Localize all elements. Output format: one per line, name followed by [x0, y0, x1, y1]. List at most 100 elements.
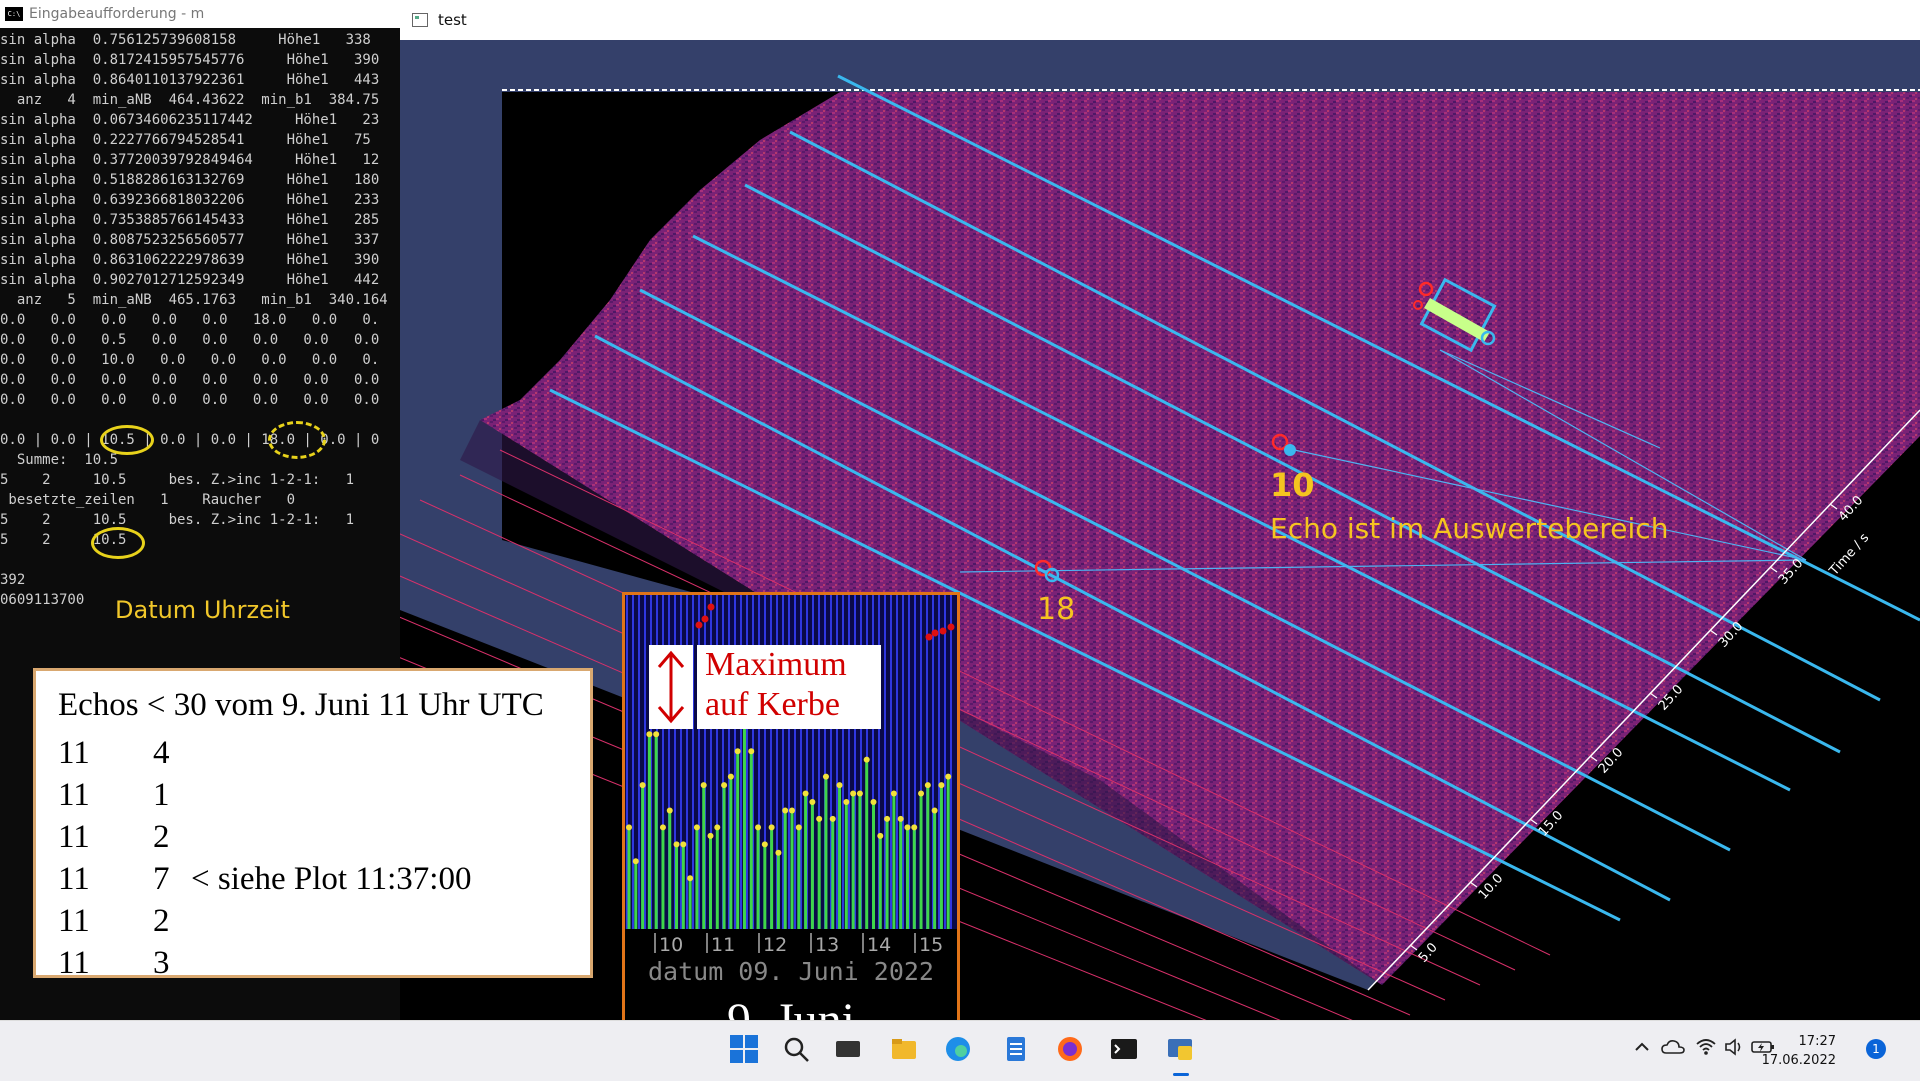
histogram-outlier-point: [707, 603, 715, 611]
task-view-icon[interactable]: [830, 1031, 866, 1067]
active-app-indicator: [1173, 1073, 1189, 1076]
console-line: 0.0 0.0 0.0 0.0 0.0 0.0 0.0 0.0: [0, 392, 380, 408]
chevron-up-icon[interactable]: [1630, 1035, 1654, 1059]
console-line: Summe: 10.5: [0, 452, 119, 468]
table-cell-hour: 11: [58, 735, 90, 771]
console-line: sin alpha 0.5188286163132769 Höhe1 180: [0, 172, 380, 188]
table-row: 11 2: [58, 819, 191, 861]
notification-badge[interactable]: 1: [1866, 1039, 1886, 1059]
table-cell-count: 1: [153, 777, 170, 813]
highlight-ring: [100, 425, 154, 455]
echo-10-text: Echo ist im Auswertebereich: [1270, 512, 1669, 545]
histogram-point: [829, 815, 836, 822]
histogram-point: [748, 748, 755, 755]
table-row: 11 3: [58, 945, 191, 987]
histogram-point: [734, 748, 741, 755]
histogram-point: [877, 832, 884, 839]
python-app-icon[interactable]: [1162, 1031, 1198, 1067]
table-cell-hour: 11: [58, 903, 90, 939]
histogram-point: [863, 756, 870, 763]
histogram-point: [680, 841, 687, 848]
histogram-tick-label: 14: [867, 934, 891, 956]
test-title: test: [438, 11, 467, 29]
histogram-outlier-point: [931, 629, 939, 637]
table-cell-count: 4: [153, 735, 170, 771]
system-clock[interactable]: 17:27 17.06.2022: [1762, 1032, 1836, 1070]
search-icon[interactable]: [778, 1031, 814, 1067]
highlight-ring: [91, 527, 145, 559]
echo-18-number: 18: [1037, 592, 1076, 627]
table-cell-hour: 11: [58, 945, 90, 981]
clock-time: 17:27: [1798, 1034, 1836, 1049]
terminal-icon[interactable]: [1106, 1031, 1142, 1067]
histogram-point: [653, 731, 660, 738]
histogram-point: [666, 807, 673, 814]
histogram-point: [789, 807, 795, 814]
histogram-point: [809, 799, 816, 805]
histogram-point: [721, 782, 728, 789]
histogram-point: [870, 799, 877, 805]
firefox-icon[interactable]: [1052, 1031, 1088, 1067]
echo-table-title: Echos < 30 vom 9. Juni 11 Uhr UTC: [58, 687, 544, 723]
histogram-point: [802, 790, 809, 797]
histogram-point: [727, 773, 734, 780]
cmd-icon: C:\: [5, 7, 23, 21]
table-cell-hour: 11: [58, 819, 90, 855]
histogram-point: [850, 790, 857, 797]
notepad-icon[interactable]: [998, 1031, 1034, 1067]
console-line: 0.0 0.0 0.0 0.0 0.0 18.0 0.0 0.: [0, 312, 380, 328]
console-output: sin alpha 0.756125739608158 Höhe1 338 sin…: [0, 30, 400, 610]
histogram-point: [856, 790, 863, 797]
echo-10-number: 10: [1270, 466, 1315, 504]
console-line: sin alpha 0.8631062222978639 Höhe1 390: [0, 252, 380, 268]
up-down-arrow-icon: [649, 645, 693, 729]
console-line: 0.0 | 0.0 | 10.5 | 0.0 | 0.0 | 18.0 | 0.…: [0, 432, 380, 448]
console-line: 0.0 0.0 0.5 0.0 0.0 0.0 0.0 0.0: [0, 332, 380, 348]
volume-icon[interactable]: [1722, 1035, 1746, 1059]
table-row: 11 1: [58, 777, 191, 819]
echo-count-table: Echos < 30 vom 9. Juni 11 Uhr UTC 11 4 11 1…: [33, 668, 593, 981]
console-line: sin alpha 0.2227766794528541 Höhe1 75: [0, 132, 371, 148]
console-titlebar[interactable]: C:\ Eingabeaufforderung - m: [0, 0, 400, 28]
test-titlebar[interactable]: test: [400, 0, 1920, 41]
histogram-outlier-point: [939, 627, 947, 635]
annotation-line-1: Maximum: [705, 646, 847, 683]
console-line: 5 2 10.5 bes. Z.>inc 1-2-1: 1: [0, 512, 355, 528]
histogram-datum-label: datum 09. Juni 2022: [648, 957, 934, 986]
histogram-point: [639, 782, 646, 789]
console-line: sin alpha 0.6392366818032206 Höhe1 233: [0, 192, 380, 208]
datum-uhrzeit-label: Datum Uhrzeit: [115, 596, 290, 624]
histogram-point: [822, 773, 829, 780]
maximum-annotation: Maximum auf Kerbe: [697, 645, 881, 729]
histogram-point: [707, 832, 714, 839]
histogram-tick-label: 12: [763, 934, 787, 956]
histogram-point: [945, 773, 952, 780]
windows-start-icon[interactable]: [726, 1031, 762, 1067]
histogram-point: [714, 824, 721, 831]
wifi-icon[interactable]: [1694, 1035, 1718, 1059]
histogram-point: [884, 815, 891, 822]
edge-browser-icon[interactable]: [940, 1031, 976, 1067]
table-cell-count: 7: [153, 861, 170, 897]
histogram-point: [890, 790, 897, 797]
console-line: sin alpha 0.9027012712592349 Höhe1 442: [0, 272, 380, 288]
histogram-outlier-point: [925, 633, 933, 641]
console-line: sin alpha 0.8640110137922361 Höhe1 443: [0, 72, 380, 88]
histogram-point: [632, 858, 639, 865]
console-line: besetzte_zeilen 1 Raucher 0: [0, 492, 296, 508]
console-line: 5 2 10.5: [0, 532, 127, 548]
histogram-point: [816, 815, 823, 822]
table-cell-hour: 11: [58, 777, 90, 813]
histogram-point: [693, 824, 700, 831]
console-line: sin alpha 0.8087523256560577 Höhe1 337: [0, 232, 380, 248]
file-explorer-icon[interactable]: [886, 1031, 922, 1067]
histogram-point: [904, 824, 911, 831]
console-line: anz 5 min_aNB 465.1763 min_b1 340.164: [0, 292, 388, 308]
table-cell-count: 2: [153, 819, 170, 855]
clock-date: 17.06.2022: [1761, 1053, 1836, 1068]
onedrive-cloud-icon[interactable]: [1660, 1035, 1686, 1059]
console-title: Eingabeaufforderung - m: [29, 6, 205, 22]
console-line: sin alpha 0.7353885766145433 Höhe1 285: [0, 212, 380, 228]
histogram-tick-label: 15: [919, 934, 943, 956]
taskbar: 17:27 17.06.2022 1: [0, 1020, 1920, 1081]
